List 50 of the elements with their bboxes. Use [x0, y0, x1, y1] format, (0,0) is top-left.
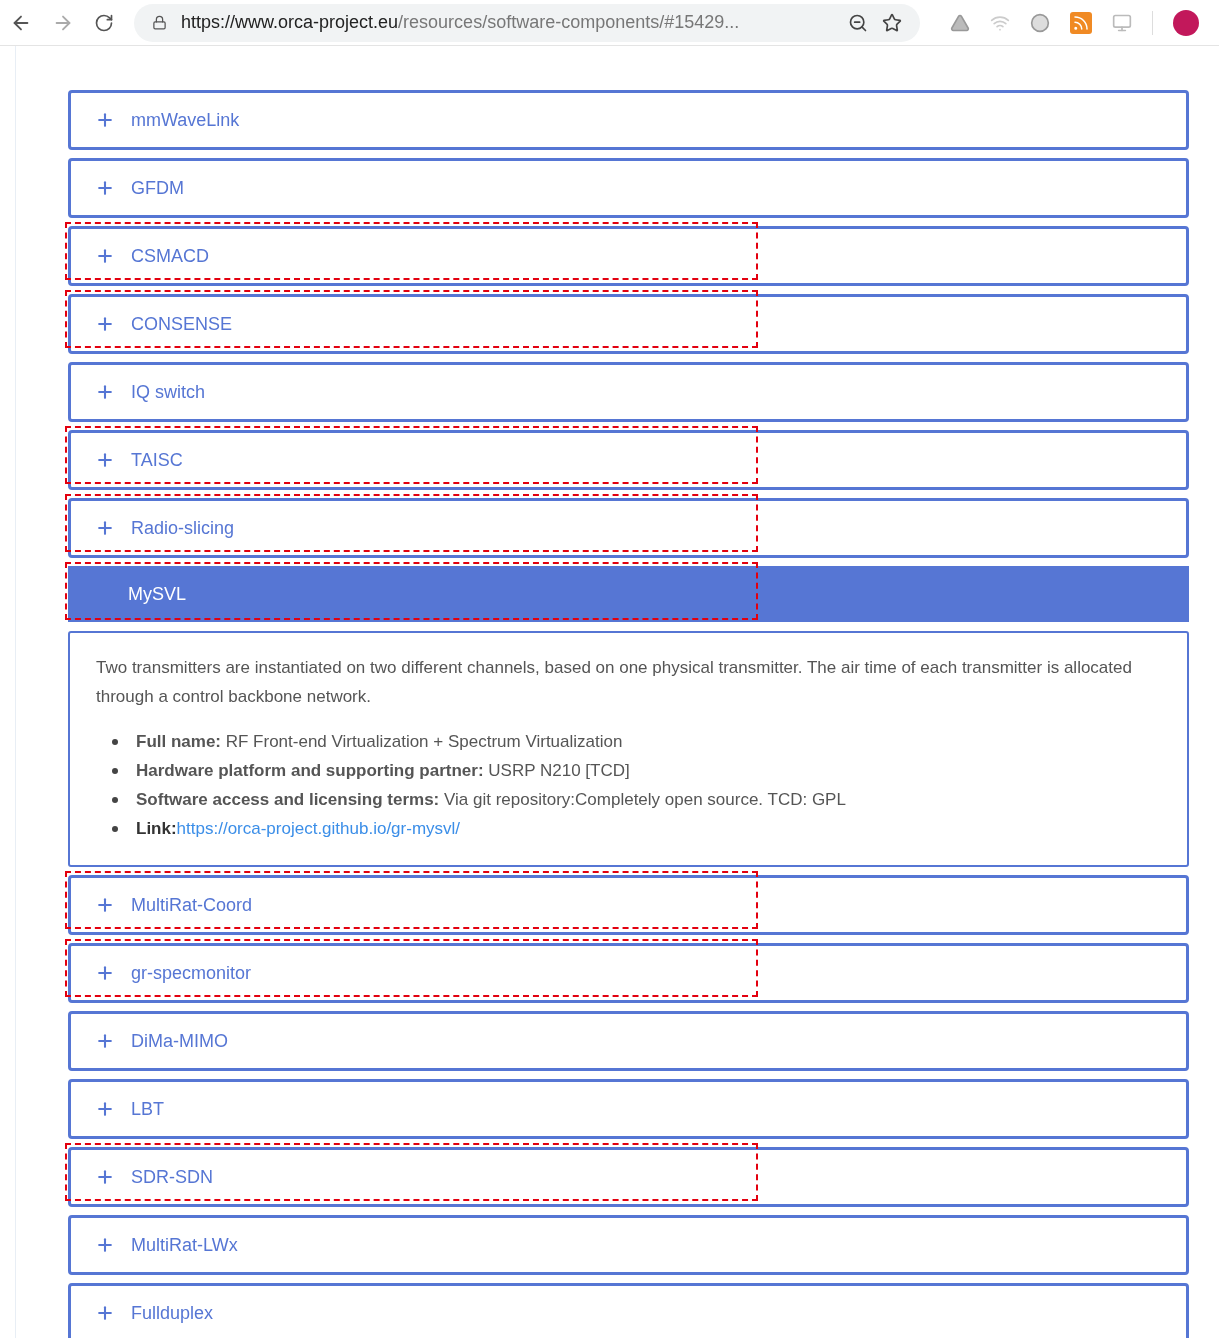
accordion-header[interactable]: CSMACD — [68, 226, 1189, 286]
detail-text: Software access and licensing terms: Via git repository:Completely open source. TCD: GPL — [136, 789, 846, 811]
plus-icon — [95, 518, 115, 538]
plus-icon — [95, 178, 115, 198]
accordion-header[interactable]: mmWaveLink — [68, 90, 1189, 150]
avatar-icon[interactable] — [1173, 9, 1199, 36]
url-text: https://www.orca-project.eu/resources/software-components/#15429... — [181, 11, 741, 34]
plus-icon — [95, 314, 115, 334]
rss-icon[interactable] — [1070, 11, 1092, 34]
accordion-header[interactable]: GFDM — [68, 158, 1189, 218]
plus-icon — [95, 1099, 115, 1119]
plus-icon — [95, 246, 115, 266]
reload-icon[interactable] — [94, 12, 114, 33]
circle-icon[interactable] — [1030, 12, 1050, 33]
monitor-icon[interactable] — [1112, 12, 1132, 33]
link[interactable]: https://orca-project.github.io/gr-mysvl/ — [176, 819, 461, 838]
plus-icon — [95, 1031, 115, 1051]
plus-icon — [95, 110, 115, 130]
bullet-icon — [112, 738, 118, 745]
plus-icon — [95, 1303, 115, 1323]
accordion-header[interactable]: MySVL — [68, 566, 1189, 622]
plus-icon — [95, 1167, 115, 1187]
accordion-header[interactable]: LBT — [68, 1079, 1189, 1139]
accordion-header[interactable]: MultiRat-Coord — [68, 875, 1189, 935]
accordion-header[interactable]: IQ switch — [68, 362, 1189, 422]
detail-text: Full name: RF Front-end Virtualization + Spectrum Virtualization — [136, 731, 623, 753]
plus-icon — [95, 450, 115, 470]
detail-text: Hardware platform and supporting partner: USRP N210 [TCD] — [136, 760, 630, 782]
accordion-header[interactable]: Radio-slicing — [68, 498, 1189, 558]
accordion-header[interactable]: SDR-SDN — [68, 1147, 1189, 1207]
bullet-icon — [112, 767, 118, 774]
link-line: Link:https://orca-project.github.io/gr-mysvl/ — [136, 818, 461, 840]
lock-icon — [152, 15, 167, 30]
plus-icon — [95, 895, 115, 915]
star-icon[interactable] — [882, 12, 902, 33]
address-bar[interactable]: https://www.orca-project.eu/resources/software-components/#15429... — [134, 3, 920, 42]
accordion-header[interactable]: DiMa-MIMO — [68, 1011, 1189, 1071]
plus-icon — [95, 963, 115, 983]
accordion-header[interactable]: Fullduplex — [68, 1283, 1189, 1338]
plus-icon — [95, 382, 115, 402]
plus-icon — [95, 1235, 115, 1255]
accordion-header[interactable]: CONSENSE — [68, 294, 1189, 354]
accordion-header[interactable]: TAISC — [68, 430, 1189, 490]
accordion-header[interactable]: gr-specmonitor — [68, 943, 1189, 1003]
zoom-icon[interactable] — [848, 12, 868, 33]
bullet-icon — [112, 825, 118, 832]
description-text: Two transmitters are instantiated on two different channels, based on one physical transmitter. The air time of each transmitter is allocated through a control backbone network. — [96, 657, 1133, 708]
accordion-header[interactable]: MultiRat-LWx — [68, 1215, 1189, 1275]
bullet-icon — [112, 796, 118, 803]
triangle-icon[interactable] — [950, 12, 970, 33]
